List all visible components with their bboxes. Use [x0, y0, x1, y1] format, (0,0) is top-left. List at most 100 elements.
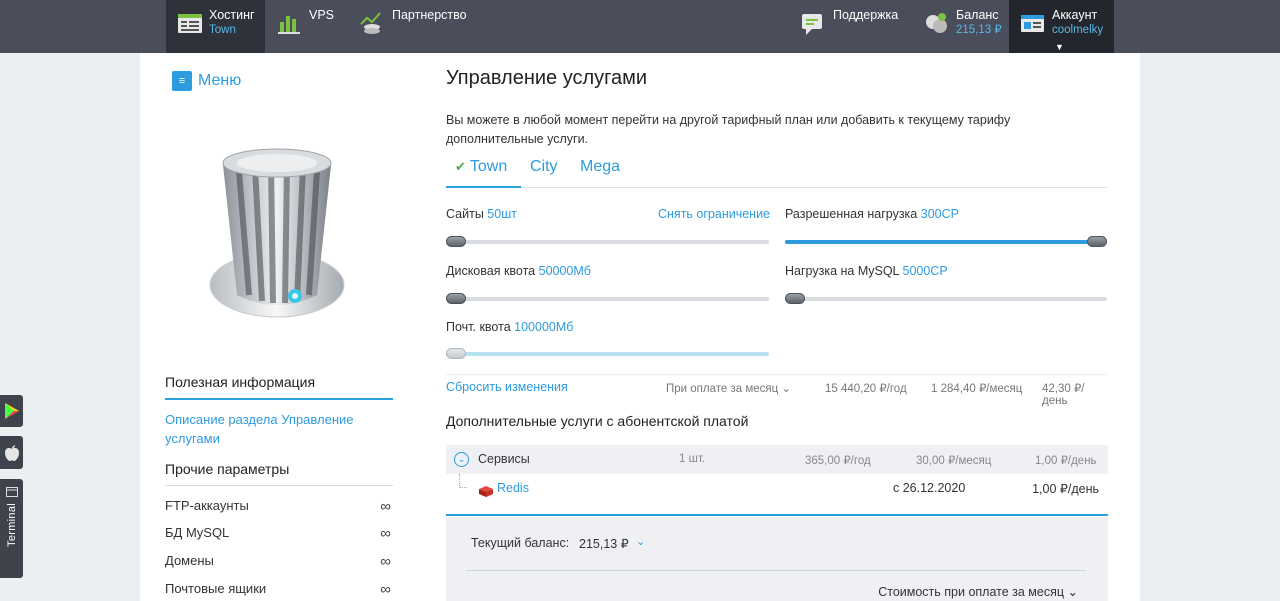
- section-description-link[interactable]: Описание раздела Управление услугами: [165, 410, 385, 448]
- service-item-price: 1,00 ₽/день: [1032, 482, 1099, 496]
- other-params-title: Прочие параметры: [165, 461, 290, 477]
- services-group-row[interactable]: ⌄ Сервисы 1 шт. 365,00 ₽/год 30,00 ₽/мес…: [446, 445, 1108, 474]
- menu-label: Меню: [198, 72, 242, 89]
- tab-town-label: Town: [469, 158, 508, 175]
- load-label-text: Разрешенная нагрузка: [785, 207, 918, 221]
- services-per-year: 365,00 ₽/год: [805, 455, 871, 467]
- hosting-plan-illustration: [205, 145, 350, 335]
- sites-label: Сайты 50шт: [446, 207, 517, 221]
- disk-slider[interactable]: [446, 293, 769, 304]
- billing-period-label: При оплате за месяц: [666, 383, 779, 395]
- load-label: Разрешенная нагрузка 300CP: [785, 207, 959, 221]
- tab-town[interactable]: ✔ Town: [446, 158, 521, 188]
- tree-connector: [459, 474, 467, 488]
- apple-icon: [4, 444, 19, 461]
- balance-value: 215,13 ₽: [579, 537, 629, 551]
- terminal-button[interactable]: Terminal: [0, 479, 23, 578]
- remove-limit-link[interactable]: Снять ограничение: [658, 207, 770, 221]
- param-row: Домены ∞: [165, 553, 393, 570]
- tab-mega[interactable]: Mega: [580, 158, 620, 176]
- param-label: БД MySQL: [165, 525, 230, 540]
- chat-bubble-icon: [801, 10, 827, 36]
- expand-toggle-icon[interactable]: ⌄: [454, 452, 469, 467]
- addons-title: Дополнительные услуги с абонентской плат…: [446, 413, 749, 429]
- billing-period-select[interactable]: При оплате за месяц ⌄: [666, 381, 791, 395]
- reset-changes-link[interactable]: Сбросить изменения: [446, 380, 568, 394]
- sites-slider-handle[interactable]: [446, 236, 466, 247]
- nav-support[interactable]: Поддержка: [801, 0, 898, 53]
- terminal-label: Terminal: [5, 503, 18, 547]
- nav-vps[interactable]: VPS: [277, 0, 334, 53]
- mail-slider[interactable]: [446, 348, 769, 359]
- nav-balance-amount: 215,13 ₽: [956, 24, 1002, 36]
- param-label: Домены: [165, 553, 214, 568]
- service-item-name[interactable]: Redis: [497, 481, 529, 495]
- param-value: ∞: [380, 553, 391, 570]
- page-title: Управление услугами: [446, 67, 648, 89]
- mail-slider-handle[interactable]: [446, 348, 466, 359]
- mysql-slider-handle[interactable]: [785, 293, 805, 304]
- nav-hosting[interactable]: Хостинг Town: [166, 0, 265, 53]
- price-per-day: 42,30 ₽/день: [1042, 383, 1085, 407]
- cost-period-select[interactable]: Стоимость при оплате за месяц ⌄: [878, 584, 1078, 599]
- sites-label-text: Сайты: [446, 207, 484, 221]
- check-icon: ✔: [455, 159, 466, 174]
- nav-partner[interactable]: Партнерство: [360, 0, 467, 53]
- mail-label-text: Почт. квота: [446, 320, 511, 334]
- vps-icon: [277, 10, 303, 36]
- page-description: Вы можете в любой момент перейти на друг…: [446, 113, 1011, 146]
- nav-account-label: Аккаунт: [1052, 8, 1098, 22]
- tab-city[interactable]: City: [530, 158, 558, 176]
- services-per-day: 1,00 ₽/день: [1035, 455, 1097, 467]
- disk-label: Дисковая квота 50000Мб: [446, 264, 591, 278]
- param-row: FTP-аккаунты ∞: [165, 498, 393, 515]
- param-row: БД MySQL ∞: [165, 525, 393, 542]
- disk-value: 50000Мб: [538, 264, 591, 278]
- nav-support-label: Поддержка: [833, 8, 899, 22]
- mysql-value: 5000CP: [902, 264, 948, 278]
- menu-button[interactable]: ≡ Меню: [172, 71, 241, 91]
- load-slider[interactable]: [785, 236, 1107, 247]
- price-per-year: 15 440,20 ₽/год: [825, 383, 907, 395]
- hosting-icon: [177, 10, 203, 36]
- param-label: Почтовые ящики: [165, 581, 267, 596]
- plan-tabs: ✔ Town City Mega: [446, 155, 1108, 188]
- balance-divider: [466, 570, 1086, 571]
- param-value: ∞: [380, 525, 391, 542]
- google-play-button[interactable]: [0, 395, 23, 427]
- chevron-down-icon: ⌄: [1067, 585, 1078, 599]
- nav-hosting-label: Хостинг: [209, 8, 255, 22]
- service-item-since: с 26.12.2020: [893, 481, 966, 495]
- sites-value: 50шт: [487, 207, 517, 221]
- chevron-down-icon: ⌄: [781, 383, 792, 395]
- hamburger-icon: ≡: [172, 71, 192, 91]
- chevron-down-icon[interactable]: ⌄: [636, 535, 645, 548]
- service-item-row: Redis с 26.12.2020 1,00 ₽/день: [446, 474, 1108, 516]
- nav-account-username: coolmelky: [1052, 24, 1104, 36]
- balance-box: Текущий баланс: 215,13 ₽ ⌄ Стоимость при…: [446, 517, 1108, 601]
- other-params-divider: [165, 485, 393, 486]
- disk-slider-handle[interactable]: [446, 293, 466, 304]
- price-per-month: 1 284,40 ₽/месяц: [931, 383, 1023, 395]
- mail-value: 100000Мб: [514, 320, 574, 334]
- chevron-down-icon[interactable]: ▼: [1055, 42, 1064, 52]
- load-slider-fill: [785, 240, 1107, 244]
- param-value: ∞: [380, 498, 391, 515]
- partner-icon: [360, 10, 386, 36]
- sites-slider[interactable]: [446, 236, 769, 247]
- disk-label-text: Дисковая квота: [446, 264, 536, 278]
- cost-period-label: Стоимость при оплате за месяц: [878, 585, 1065, 599]
- services-per-month: 30,00 ₽/месяц: [916, 455, 992, 467]
- useful-info-divider: [165, 398, 393, 400]
- app-store-button[interactable]: [0, 436, 23, 469]
- terminal-icon: [5, 487, 18, 497]
- balance-label: Текущий баланс:: [471, 536, 570, 550]
- param-label: FTP-аккаунты: [165, 498, 249, 513]
- services-count: 1 шт.: [679, 453, 706, 465]
- mysql-slider[interactable]: [785, 293, 1107, 304]
- mysql-label: Нагрузка на MySQL 5000CP: [785, 264, 948, 278]
- param-value: ∞: [380, 581, 391, 598]
- load-slider-handle[interactable]: [1087, 236, 1107, 247]
- nav-balance[interactable]: Баланс 215,13 ₽: [924, 0, 1002, 53]
- load-value: 300CP: [920, 207, 959, 221]
